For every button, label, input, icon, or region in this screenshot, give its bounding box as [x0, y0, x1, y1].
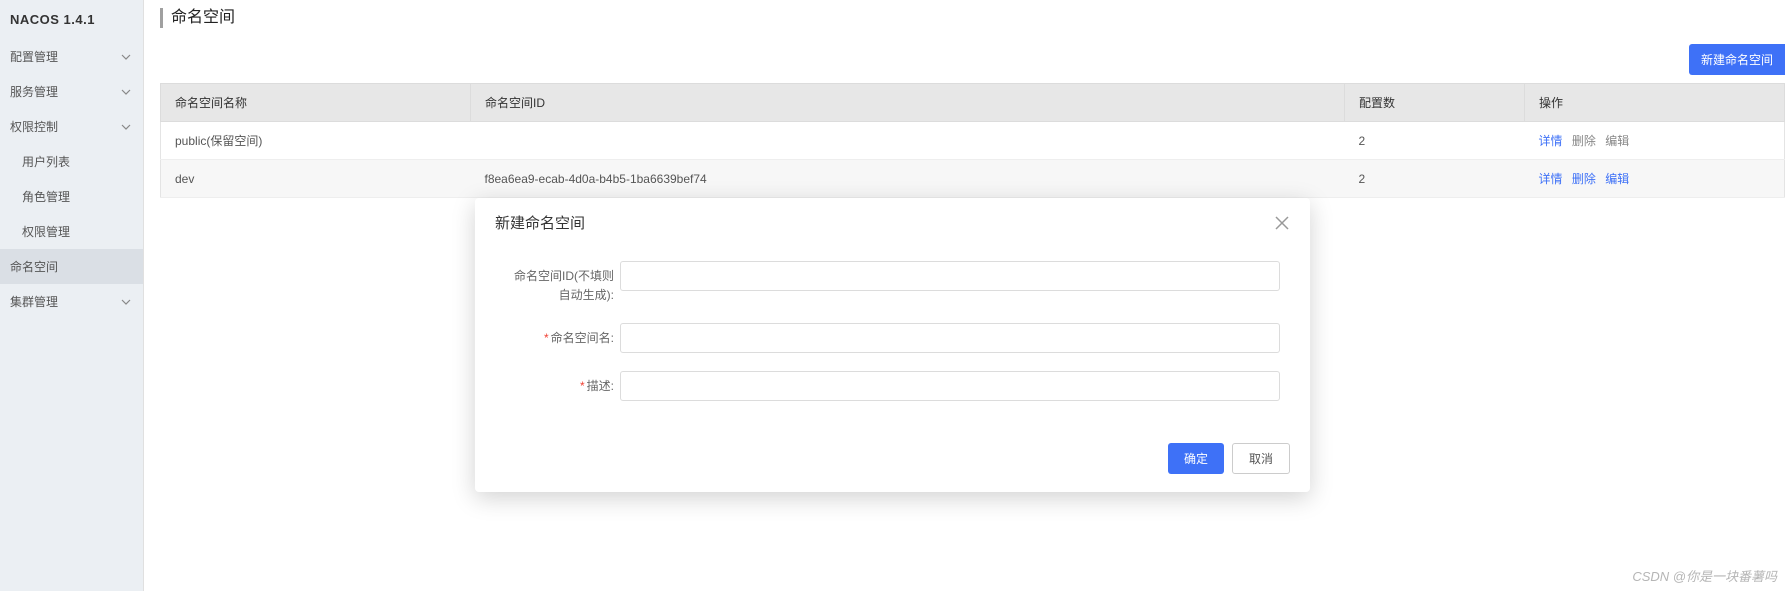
dialog-header: 新建命名空间	[475, 198, 1310, 245]
nav-label: 权限管理	[22, 223, 70, 240]
nav-cluster[interactable]: 集群管理	[0, 284, 143, 319]
nav-user-list[interactable]: 用户列表	[0, 144, 143, 179]
col-count: 配置数	[1345, 84, 1525, 122]
namespace-table: 命名空间名称 命名空间ID 配置数 操作 public(保留空间) 2 详情 删…	[160, 83, 1785, 198]
action-edit: 编辑	[1605, 134, 1629, 148]
label-namespace-name: *命名空间名:	[505, 323, 620, 348]
close-icon[interactable]	[1274, 215, 1290, 231]
nav-label: 用户列表	[22, 153, 70, 170]
dialog-title: 新建命名空间	[495, 212, 585, 233]
create-namespace-button[interactable]: 新建命名空间	[1689, 44, 1785, 75]
nav-role-mgmt[interactable]: 角色管理	[0, 179, 143, 214]
nav-label: 集群管理	[10, 293, 58, 310]
input-namespace-name[interactable]	[620, 323, 1280, 353]
chevron-down-icon	[121, 122, 131, 132]
cancel-button[interactable]: 取消	[1232, 443, 1290, 474]
field-desc: *描述:	[505, 371, 1280, 401]
input-namespace-id[interactable]	[620, 261, 1280, 291]
table-row: public(保留空间) 2 详情 删除 编辑	[161, 122, 1785, 160]
nav-label: 命名空间	[10, 258, 58, 275]
field-namespace-id: 命名空间ID(不填则自动生成):	[505, 261, 1280, 305]
nav-perm-mgmt[interactable]: 权限管理	[0, 214, 143, 249]
sidebar: NACOS 1.4.1 配置管理 服务管理 权限控制 用户列表 角色管理 权限管…	[0, 0, 143, 591]
col-actions: 操作	[1525, 84, 1785, 122]
action-detail[interactable]: 详情	[1539, 134, 1563, 148]
cell-id: f8ea6ea9-ecab-4d0a-b4b5-1ba6639bef74	[471, 160, 1345, 198]
table-row: dev f8ea6ea9-ecab-4d0a-b4b5-1ba6639bef74…	[161, 160, 1785, 198]
page-header: 命名空间	[144, 0, 1785, 36]
nav-label: 权限控制	[10, 118, 58, 135]
nav-label: 配置管理	[10, 48, 58, 65]
label-namespace-id: 命名空间ID(不填则自动生成):	[505, 261, 620, 305]
nav: 配置管理 服务管理 权限控制 用户列表 角色管理 权限管理 命名空间 集群管理	[0, 39, 143, 591]
app-logo: NACOS 1.4.1	[0, 0, 143, 39]
col-name: 命名空间名称	[161, 84, 471, 122]
cell-count: 2	[1345, 122, 1525, 160]
action-detail[interactable]: 详情	[1539, 172, 1563, 186]
nav-service[interactable]: 服务管理	[0, 74, 143, 109]
cell-actions: 详情 删除 编辑	[1525, 122, 1785, 160]
action-delete[interactable]: 删除	[1572, 172, 1596, 186]
nav-config[interactable]: 配置管理	[0, 39, 143, 74]
nav-namespace[interactable]: 命名空间	[0, 249, 143, 284]
chevron-down-icon	[121, 297, 131, 307]
create-namespace-dialog: 新建命名空间 命名空间ID(不填则自动生成): *命名空间名: *描述: 确定 …	[475, 198, 1310, 492]
nav-permission[interactable]: 权限控制	[0, 109, 143, 144]
col-id: 命名空间ID	[471, 84, 1345, 122]
cell-name: dev	[161, 160, 471, 198]
cell-count: 2	[1345, 160, 1525, 198]
dialog-footer: 确定 取消	[475, 443, 1310, 492]
ok-button[interactable]: 确定	[1168, 443, 1224, 474]
toolbar: 新建命名空间	[144, 36, 1785, 83]
action-edit[interactable]: 编辑	[1605, 172, 1629, 186]
nav-label: 服务管理	[10, 83, 58, 100]
input-desc[interactable]	[620, 371, 1280, 401]
chevron-down-icon	[121, 87, 131, 97]
chevron-down-icon	[121, 52, 131, 62]
field-namespace-name: *命名空间名:	[505, 323, 1280, 353]
action-delete: 删除	[1572, 134, 1596, 148]
cell-id	[471, 122, 1345, 160]
nav-label: 角色管理	[22, 188, 70, 205]
cell-name: public(保留空间)	[161, 122, 471, 160]
page-title: 命名空间	[160, 8, 235, 28]
cell-actions: 详情 删除 编辑	[1525, 160, 1785, 198]
label-desc: *描述:	[505, 371, 620, 396]
dialog-body: 命名空间ID(不填则自动生成): *命名空间名: *描述:	[475, 245, 1310, 443]
